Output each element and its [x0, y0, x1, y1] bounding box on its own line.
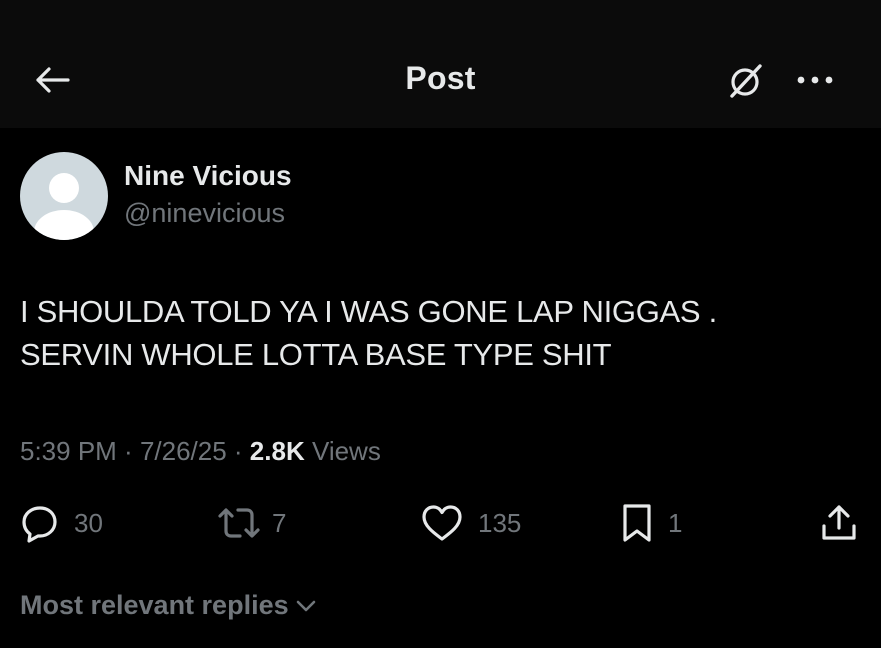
tweet-text-line: I SHOULDA TOLD YA I WAS GONE LAP NIGGAS … — [20, 294, 717, 329]
reply-icon — [22, 506, 57, 543]
chevron-down-icon — [296, 600, 315, 611]
tweet-text: I SHOULDA TOLD YA I WAS GONE LAP NIGGAS … — [20, 290, 860, 376]
like-button[interactable]: 135 — [420, 500, 521, 546]
reply-count: 30 — [74, 507, 103, 538]
grok-icon — [730, 64, 762, 98]
post-date: 7/26/25 — [139, 436, 227, 466]
replies-sort-label: Most relevant replies — [20, 590, 289, 620]
replies-sort-dropdown[interactable]: Most relevant replies — [20, 590, 317, 621]
tweet-meta: 5:39 PM · 7/26/25 · 2.8K Views — [20, 436, 381, 467]
repost-icon — [218, 508, 260, 538]
avatar[interactable] — [20, 152, 108, 240]
views-label[interactable]: Views — [305, 436, 381, 466]
meta-separator: · — [226, 436, 250, 466]
grok-button[interactable] — [722, 58, 770, 104]
share-button[interactable] — [818, 500, 860, 546]
views-count[interactable]: 2.8K — [250, 436, 305, 466]
post-time: 5:39 PM — [20, 436, 117, 466]
bookmark-count: 1 — [668, 507, 683, 538]
tweet-text-line: SERVIN WHOLE LOTTA BASE TYPE SHIT — [20, 337, 612, 372]
share-icon — [822, 505, 856, 540]
reply-button[interactable]: 30 — [20, 500, 103, 546]
more-dots-icon — [797, 76, 833, 84]
author-display-name[interactable]: Nine Vicious — [124, 160, 292, 192]
top-bar: Post — [0, 0, 881, 128]
repost-count: 7 — [272, 507, 287, 538]
meta-separator: · — [116, 436, 140, 466]
default-avatar-icon — [34, 173, 94, 240]
repost-button[interactable]: 7 — [216, 500, 286, 546]
bookmark-icon — [623, 504, 651, 542]
bookmark-button[interactable]: 1 — [620, 500, 682, 546]
more-options-button[interactable] — [790, 60, 840, 100]
author-handle[interactable]: @ninevicious — [124, 198, 285, 229]
heart-icon — [422, 505, 462, 541]
like-count: 135 — [478, 507, 522, 538]
